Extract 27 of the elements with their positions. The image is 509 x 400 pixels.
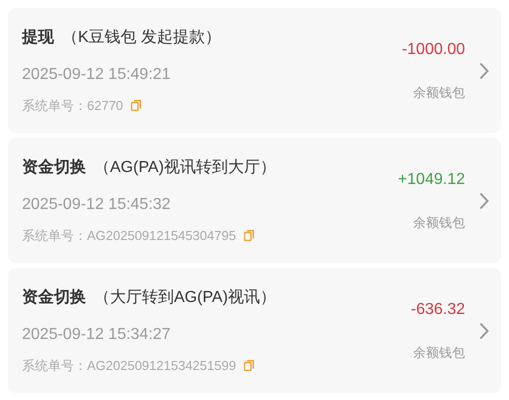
order-number: 系统单号：AG202509121545304795: [22, 228, 236, 244]
order-number: 系统单号：AG202509121534251599: [22, 358, 236, 374]
wallet-label: 余额钱包: [413, 85, 465, 101]
record-detail: （AG(PA)视讯转到大厅）: [94, 158, 276, 178]
record-detail: （K豆钱包 发起提款）: [62, 28, 222, 48]
record-title: 提现: [22, 28, 54, 48]
chevron-right-icon[interactable]: [479, 192, 489, 210]
record-card[interactable]: 资金切换 （大厅转到AG(PA)视讯） 2025-09-12 15:34:27 系统单号：AG202509121534251599 -636.32 余额钱包: [8, 268, 501, 393]
record-card[interactable]: 提现 （K豆钱包 发起提款） 2025-09-12 15:49:21 系统单号：62770 -1000.00 余额钱包: [8, 8, 501, 133]
chevron-right-icon[interactable]: [479, 322, 489, 340]
copy-icon[interactable]: [244, 360, 254, 371]
record-time: 2025-09-12 15:49:21: [22, 64, 171, 84]
copy-icon[interactable]: [244, 230, 254, 241]
amount: -1000.00: [402, 40, 465, 60]
record-time: 2025-09-12 15:45:32: [22, 194, 171, 214]
chevron-right-icon[interactable]: [479, 62, 489, 80]
amount: -636.32: [410, 300, 465, 320]
amount: +1049.12: [398, 170, 465, 190]
wallet-label: 余额钱包: [413, 215, 465, 231]
record-detail: （大厅转到AG(PA)视讯）: [94, 288, 276, 308]
copy-icon[interactable]: [131, 100, 142, 111]
record-time: 2025-09-12 15:34:27: [22, 324, 171, 344]
order-number: 系统单号：62770: [22, 98, 124, 114]
record-title: 资金切换: [22, 158, 86, 178]
wallet-label: 余额钱包: [413, 345, 465, 361]
record-title: 资金切换: [22, 288, 86, 308]
record-card[interactable]: 资金切换 （AG(PA)视讯转到大厅） 2025-09-12 15:45:32 系统单号：AG202509121545304795 +1049.12 余额钱包: [8, 138, 501, 263]
